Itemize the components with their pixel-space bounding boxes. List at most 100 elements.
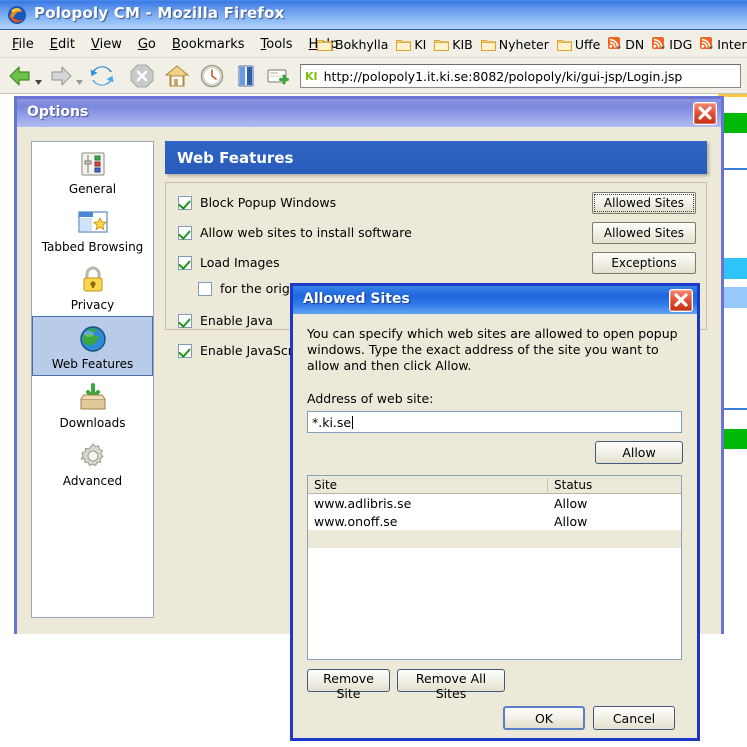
remove-all-sites-button[interactable]: Remove All Sites	[397, 669, 505, 701]
bookmarks-sidebar-icon[interactable]	[232, 62, 260, 90]
bookmark-item[interactable]: KI	[392, 35, 430, 54]
sidebar-item-label: Advanced	[62, 474, 123, 488]
menu-view[interactable]: View	[83, 34, 130, 55]
allowed-sites-title: Allowed Sites	[303, 291, 410, 307]
bookmark-item[interactable]: Nyheter	[477, 35, 553, 54]
sidebar-item-label: General	[68, 182, 117, 196]
checkbox-icon[interactable]	[178, 255, 192, 270]
stop-icon[interactable]	[128, 62, 156, 90]
sidebar-item-label: Privacy	[70, 298, 115, 312]
bookmark-label: Interne	[717, 36, 747, 52]
bookmark-item[interactable]: Interne	[696, 35, 747, 54]
bookmark-label: DN	[625, 36, 645, 52]
sidebar-item-downloads[interactable]: Downloads	[32, 376, 153, 434]
bookmark-label: Bokhylla	[335, 36, 389, 52]
folder-icon	[556, 38, 572, 51]
window-titlebar: Polopoly CM - Mozilla Firefox	[0, 0, 747, 30]
checkbox-label: Load Images	[200, 255, 280, 270]
ok-button[interactable]: OK	[503, 706, 585, 730]
allowed-sites-titlebar: Allowed Sites	[293, 286, 697, 314]
checkbox-icon[interactable]	[178, 343, 192, 358]
pane-title: Web Features	[177, 148, 294, 167]
forward-dropdown-icon[interactable]	[76, 74, 83, 85]
bookmark-item[interactable]: DN	[604, 35, 648, 54]
bookmark-label: IDG	[669, 36, 693, 52]
bookmark-item[interactable]: KIB	[430, 35, 476, 54]
firefox-icon	[6, 4, 28, 26]
close-icon[interactable]	[669, 289, 693, 312]
allowed-sites-body: You can specify which web sites are allo…	[293, 314, 697, 738]
address-field-label: Address of web site:	[307, 391, 434, 406]
cancel-button[interactable]: Cancel	[593, 706, 675, 730]
address-input[interactable]: *.ki.se	[307, 411, 682, 433]
back-icon[interactable]	[6, 62, 34, 90]
cell-status: Allow	[554, 495, 588, 511]
list-item[interactable]: www.onoff.se Allow	[308, 512, 681, 530]
checkbox-block-popup-windows[interactable]: Block Popup Windows	[178, 195, 336, 210]
menu-go[interactable]: Go	[130, 34, 164, 55]
add-bookmark-icon[interactable]	[265, 62, 293, 90]
list-header-row: Site Status	[308, 476, 681, 494]
bookmark-label: KI	[414, 36, 427, 52]
bookmark-item[interactable]: Bokhylla	[313, 35, 392, 54]
column-header-site[interactable]: Site	[308, 477, 548, 492]
forward-icon[interactable]	[47, 62, 75, 90]
menu-file[interactable]: File	[4, 34, 42, 55]
reload-icon[interactable]	[88, 62, 116, 90]
bookmarks-toolbar: Bokhylla KI KIB Nyheter Uffe DN IDG Inte…	[313, 30, 747, 58]
checkbox-icon[interactable]	[178, 313, 192, 328]
list-item[interactable]: www.adlibris.se Allow	[308, 494, 681, 512]
rss-icon	[700, 37, 714, 51]
pane-title-bar: Web Features	[165, 141, 707, 174]
bookmark-item[interactable]: IDG	[648, 35, 696, 54]
history-icon[interactable]	[198, 62, 226, 90]
checkbox-allow-install-software[interactable]: Allow web sites to install software	[178, 225, 412, 240]
back-dropdown-icon[interactable]	[35, 74, 42, 85]
menu-tools[interactable]: Tools	[253, 34, 301, 55]
gear-icon	[32, 439, 153, 473]
sidebar-item-advanced[interactable]: Advanced	[32, 434, 153, 492]
checkbox-enable-java[interactable]: Enable Java	[178, 313, 273, 328]
allowed-sites-description: You can specify which web sites are allo…	[307, 326, 678, 373]
bookmark-label: KIB	[452, 36, 473, 52]
home-icon[interactable]	[163, 62, 191, 90]
sliders-icon	[32, 147, 153, 181]
options-dialog-titlebar: Options	[17, 99, 721, 127]
text-caret	[352, 415, 354, 429]
sidebar-item-label: Web Features	[51, 357, 134, 371]
close-icon[interactable]	[693, 102, 717, 125]
allowed-sites-list[interactable]: Site Status www.adlibris.se Allow www.on…	[307, 475, 682, 660]
cell-site: www.adlibris.se	[314, 495, 412, 511]
tabs-icon	[32, 205, 153, 239]
checkbox-icon[interactable]	[178, 225, 192, 240]
bookmark-item[interactable]: Uffe	[553, 35, 604, 54]
rss-icon	[652, 37, 666, 51]
checkbox-icon[interactable]	[178, 195, 192, 210]
column-header-status[interactable]: Status	[548, 478, 681, 492]
menu-bookmarks[interactable]: Bookmarks	[164, 34, 253, 55]
list-item[interactable]	[308, 530, 681, 548]
url-bar[interactable]: KI http://polopoly1.it.ki.se:8082/polopo…	[300, 64, 741, 88]
remove-site-button[interactable]: Remove Site	[307, 669, 390, 701]
globe-icon	[33, 322, 152, 356]
cell-status: Allow	[554, 513, 588, 529]
sidebar-item-privacy[interactable]: Privacy	[32, 258, 153, 316]
checkbox-load-images[interactable]: Load Images	[178, 255, 280, 270]
exceptions-button[interactable]: Exceptions	[592, 252, 696, 274]
window-title: Polopoly CM - Mozilla Firefox	[34, 4, 285, 22]
allowed-sites-popup-button[interactable]: Allowed Sites	[592, 192, 696, 214]
menu-edit[interactable]: Edit	[42, 34, 83, 55]
padlock-icon	[32, 263, 153, 297]
sidebar-item-general[interactable]: General	[32, 142, 153, 200]
sidebar-item-web-features[interactable]: Web Features	[32, 316, 153, 376]
allow-button[interactable]: Allow	[595, 441, 683, 464]
menubar: File Edit View Go Bookmarks Tools Help	[4, 30, 346, 58]
cell-site: www.onoff.se	[314, 513, 398, 529]
address-input-value: *.ki.se	[312, 414, 352, 430]
checkbox-icon[interactable]	[198, 281, 212, 296]
allowed-sites-install-button[interactable]: Allowed Sites	[592, 222, 696, 244]
sidebar-item-tabbed-browsing[interactable]: Tabbed Browsing	[32, 200, 153, 258]
checkbox-label: Enable Java	[200, 313, 273, 328]
menu-and-bookmarks-bar: File Edit View Go Bookmarks Tools Help B…	[0, 30, 747, 58]
bookmark-label: Nyheter	[498, 36, 549, 52]
